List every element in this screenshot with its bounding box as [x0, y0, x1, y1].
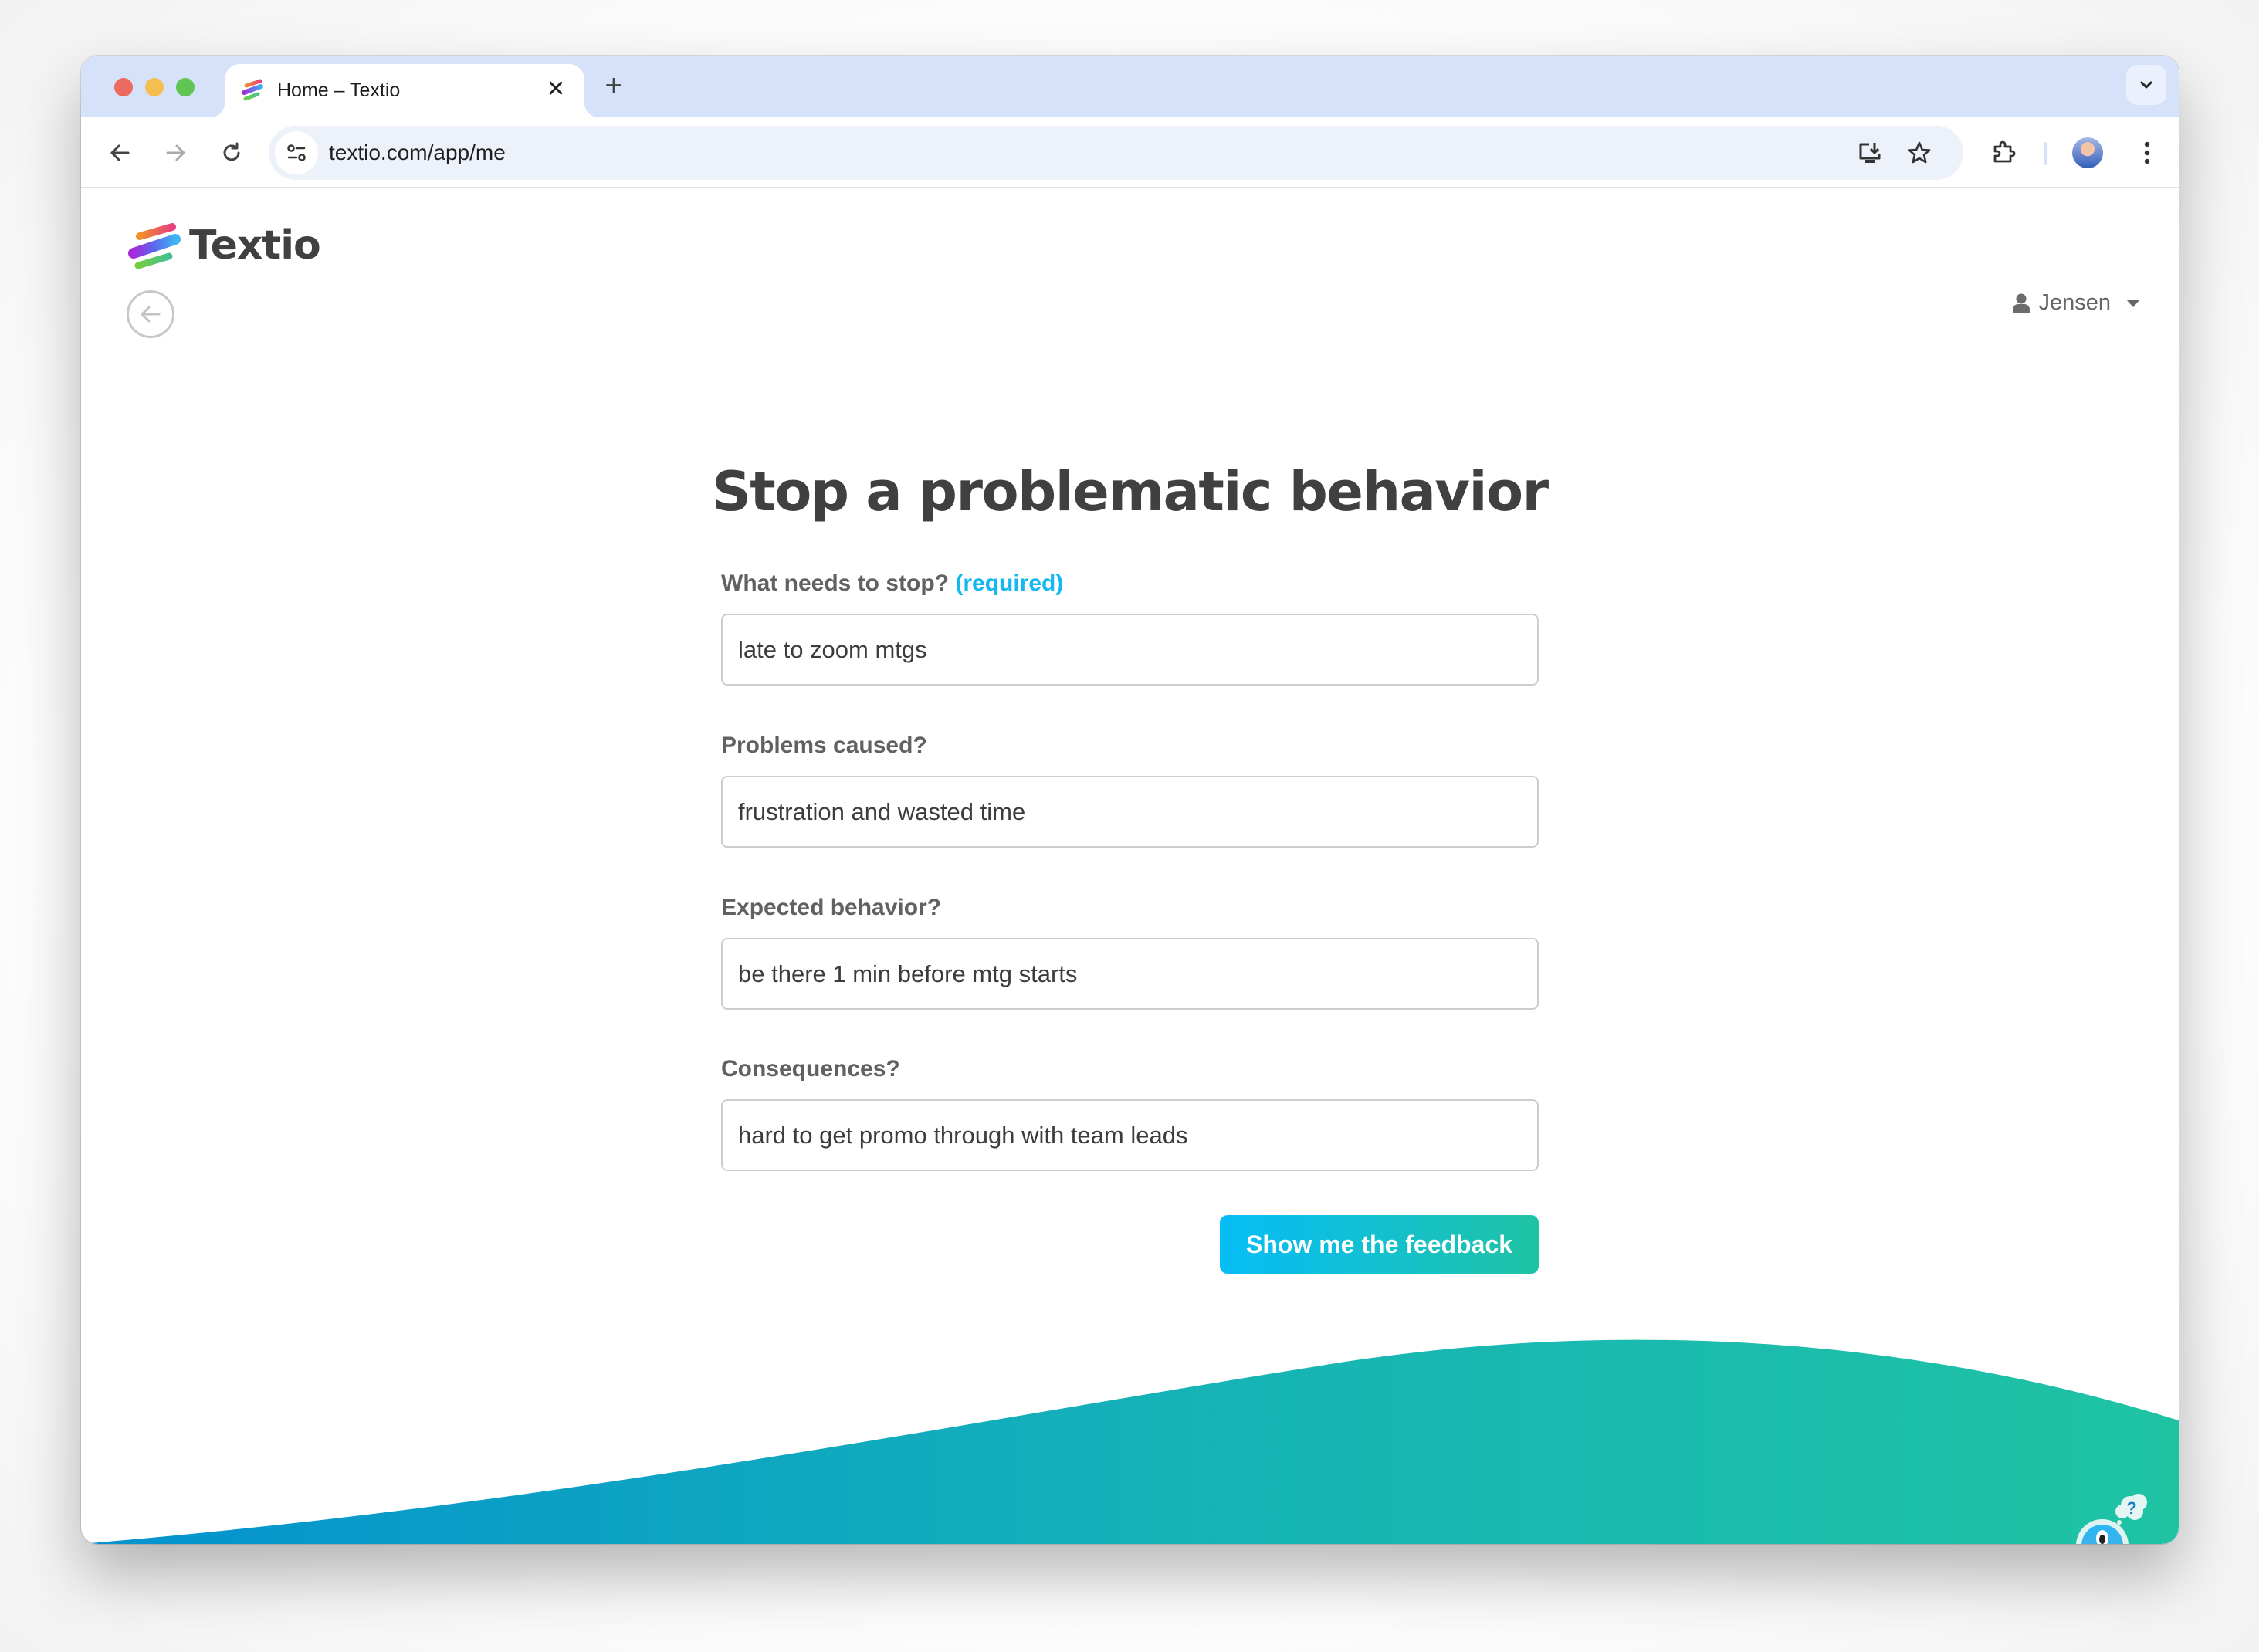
user-icon	[2013, 293, 2030, 313]
field-label-problems-caused: Problems caused?	[721, 733, 927, 758]
consequences-input[interactable]	[721, 1099, 1539, 1171]
page-title: Stop a problematic behavior	[712, 460, 1549, 523]
tab-search-button[interactable]	[2126, 65, 2166, 105]
back-arrow-icon	[110, 144, 130, 161]
chevron-down-icon	[2140, 81, 2152, 89]
label-text: What needs to stop?	[721, 570, 949, 596]
field-label-expected-behavior: Expected behavior?	[721, 895, 942, 920]
bookmark-star-icon	[1908, 141, 1931, 164]
tab-bar: Home – Textio ✕ +	[81, 56, 2179, 117]
field-label-consequences: Consequences?	[721, 1056, 900, 1082]
bookmark-button[interactable]	[1904, 137, 1935, 168]
expected-behavior-input[interactable]	[721, 938, 1539, 1010]
install-app-icon	[1859, 143, 1881, 163]
textio-logo-text[interactable]: Textio	[189, 222, 321, 269]
decorative-wave	[81, 1339, 2179, 1544]
arrow-left-icon	[141, 306, 161, 323]
back-button[interactable]	[101, 134, 138, 171]
forward-button[interactable]	[157, 134, 195, 171]
more-menu-button[interactable]	[2129, 134, 2166, 171]
close-window-button[interactable]	[114, 78, 133, 96]
url-text[interactable]: textio.com/app/me	[329, 140, 506, 165]
field-label-what-needs-to-stop: What needs to stop? (required)	[721, 570, 1063, 597]
textio-logo-icon	[128, 223, 181, 269]
toolbar-separator	[2044, 142, 2047, 165]
back-navigation-button[interactable]	[127, 290, 174, 338]
maximize-window-button[interactable]	[176, 78, 195, 96]
tab-title: Home – Textio	[277, 80, 401, 101]
browser-window: Home – Textio ✕ + textio.com/app/me Text…	[81, 56, 2179, 1544]
help-bot-icon: ?	[2076, 1494, 2147, 1544]
reload-icon	[223, 142, 240, 161]
reload-button[interactable]	[213, 134, 250, 171]
more-vertical-icon	[2144, 141, 2150, 164]
textio-favicon-icon	[242, 79, 263, 101]
new-tab-icon[interactable]: +	[597, 69, 631, 103]
install-app-button[interactable]	[1854, 137, 1885, 168]
browser-toolbar: textio.com/app/me	[81, 117, 2179, 188]
thought-bubble: ?	[2115, 1494, 2147, 1525]
problems-caused-input[interactable]	[721, 776, 1539, 848]
tab-close-icon[interactable]: ✕	[541, 75, 571, 104]
user-name: Jensen	[2038, 290, 2111, 315]
extensions-button[interactable]	[1985, 134, 2022, 171]
minimize-window-button[interactable]	[145, 78, 164, 96]
tab-home-textio[interactable]: Home – Textio ✕	[209, 64, 600, 117]
required-tag: (required)	[955, 570, 1064, 596]
site-settings-icon	[287, 144, 306, 161]
show-feedback-button[interactable]: Show me the feedback	[1220, 1215, 1539, 1274]
page-content: Textio Jensen Stop a problematic behavio…	[81, 188, 2179, 1544]
address-bar[interactable]: textio.com/app/me	[269, 126, 1963, 180]
caret-down-icon	[2126, 299, 2140, 307]
profile-avatar[interactable]	[2072, 137, 2103, 168]
what-needs-to-stop-input[interactable]	[721, 614, 1539, 686]
forward-arrow-icon	[166, 144, 185, 161]
site-info-button[interactable]	[275, 131, 318, 174]
help-bot-button[interactable]: ?	[2073, 1490, 2158, 1544]
extensions-puzzle-icon	[1993, 140, 2016, 163]
user-menu[interactable]: Jensen	[2012, 290, 2140, 316]
svg-text:?: ?	[2126, 1498, 2136, 1518]
